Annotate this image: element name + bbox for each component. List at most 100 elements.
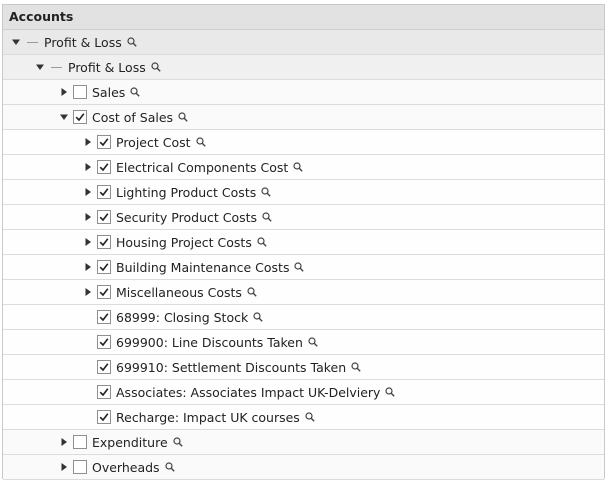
tree-row[interactable]: Associates: Associates Impact UK-Delvier… [3,380,604,405]
search-icon[interactable] [351,362,361,372]
tree-row-label: 699910: Settlement Discounts Taken [116,359,347,375]
checkbox-unchecked[interactable] [73,435,87,449]
tree-row-label: Profit & Loss [44,34,122,50]
tree-row[interactable]: Overheads [3,455,604,480]
checkbox-checked[interactable] [97,235,111,249]
tree-row-label: Building Maintenance Costs [116,259,290,275]
tree-row[interactable]: Electrical Components Cost [3,155,604,180]
checkbox-checked[interactable] [97,310,111,324]
caret-right-icon[interactable] [59,86,69,98]
tree-row-label: 699900: Line Discounts Taken [116,334,303,350]
check-icon [75,113,85,122]
search-icon[interactable] [127,37,137,47]
caret-right-icon[interactable] [83,286,93,298]
search-icon[interactable] [257,237,267,247]
tree-row[interactable]: Project Cost [3,130,604,155]
caret-right-icon[interactable] [83,261,93,273]
tree-row[interactable]: 68999: Closing Stock [3,305,604,330]
tree-row-label: Project Cost [116,134,191,150]
caret-down-icon[interactable] [35,61,45,73]
checkbox-checked[interactable] [97,260,111,274]
tree-row-label: Profit & Loss [68,59,146,75]
search-icon[interactable] [294,262,305,272]
check-icon [99,238,109,247]
search-icon[interactable] [164,462,175,472]
tree-row[interactable]: Lighting Product Costs [3,180,604,205]
check-icon [99,288,109,297]
tree-row[interactable]: Building Maintenance Costs [3,255,604,280]
accounts-title: Accounts [9,9,74,24]
check-icon [99,413,109,422]
accounts-header: Accounts [3,5,604,30]
check-icon [99,138,109,147]
check-icon [99,263,109,272]
caret-right-icon[interactable] [83,136,93,148]
dash-icon [27,41,38,43]
search-icon[interactable] [151,62,161,72]
tree-row-label: Lighting Product Costs [116,184,257,200]
checkbox-unchecked[interactable] [73,460,87,474]
tree-row[interactable]: Security Product Costs [3,205,604,230]
checkbox-checked[interactable] [97,210,111,224]
check-icon [99,188,109,197]
tree-row-label: Associates: Associates Impact UK-Delvier… [116,384,381,400]
tree-row[interactable]: Sales [3,80,604,105]
checkbox-checked[interactable] [97,410,111,424]
caret-right-icon[interactable] [83,161,93,173]
search-icon[interactable] [130,87,140,97]
checkbox-checked[interactable] [73,110,87,124]
check-icon [99,313,109,322]
tree-row[interactable]: Recharge: Impact UK courses [3,405,604,430]
caret-right-icon[interactable] [83,236,93,248]
checkbox-checked[interactable] [97,135,111,149]
search-icon[interactable] [385,387,396,397]
search-icon[interactable] [261,187,271,197]
search-icon[interactable] [253,312,263,322]
tree-row-label: Security Product Costs [116,209,258,225]
search-icon[interactable] [308,337,318,347]
checkbox-checked[interactable] [97,385,111,399]
tree-row-label: Expenditure [92,434,168,450]
tree-row[interactable]: Profit & Loss [3,30,604,55]
search-icon[interactable] [305,412,315,422]
caret-right-icon[interactable] [83,211,93,223]
search-icon[interactable] [293,162,303,172]
tree-row[interactable]: Expenditure [3,430,604,455]
search-icon[interactable] [173,437,183,447]
tree-row[interactable]: 699910: Settlement Discounts Taken [3,355,604,380]
checkbox-checked[interactable] [97,160,111,174]
tree-row[interactable]: Housing Project Costs [3,230,604,255]
tree-row-label: Cost of Sales [92,109,174,125]
tree-row[interactable]: Profit & Loss [3,55,604,80]
tree-row-label: Recharge: Impact UK courses [116,409,300,425]
search-icon[interactable] [195,137,206,147]
tree-row[interactable]: Cost of Sales [3,105,604,130]
tree-row-label: Sales [92,84,126,100]
tree-row-label: Housing Project Costs [116,234,252,250]
accounts-tree: Profit & Loss Profit & Loss Sales Cost of S… [3,30,604,480]
check-icon [99,163,109,172]
check-icon [99,363,109,372]
check-icon [99,338,109,347]
search-icon[interactable] [262,212,272,222]
check-icon [99,388,109,397]
tree-row-label: 68999: Closing Stock [116,309,249,325]
tree-row-label: Electrical Components Cost [116,159,289,175]
caret-down-icon[interactable] [11,36,21,48]
checkbox-checked[interactable] [97,360,111,374]
tree-row[interactable]: 699900: Line Discounts Taken [3,330,604,355]
tree-row[interactable]: Miscellaneous Costs [3,280,604,305]
caret-right-icon[interactable] [59,436,69,448]
checkbox-checked[interactable] [97,185,111,199]
caret-right-icon[interactable] [83,186,93,198]
checkbox-unchecked[interactable] [73,85,87,99]
checkbox-checked[interactable] [97,335,111,349]
caret-down-icon[interactable] [59,111,69,123]
check-icon [99,213,109,222]
dash-icon [51,66,62,68]
accounts-tree-panel: Accounts Profit & Loss Profit & Loss Sales… [2,4,605,480]
search-icon[interactable] [178,112,188,122]
search-icon[interactable] [247,287,257,297]
caret-right-icon[interactable] [59,461,69,473]
checkbox-checked[interactable] [97,285,111,299]
